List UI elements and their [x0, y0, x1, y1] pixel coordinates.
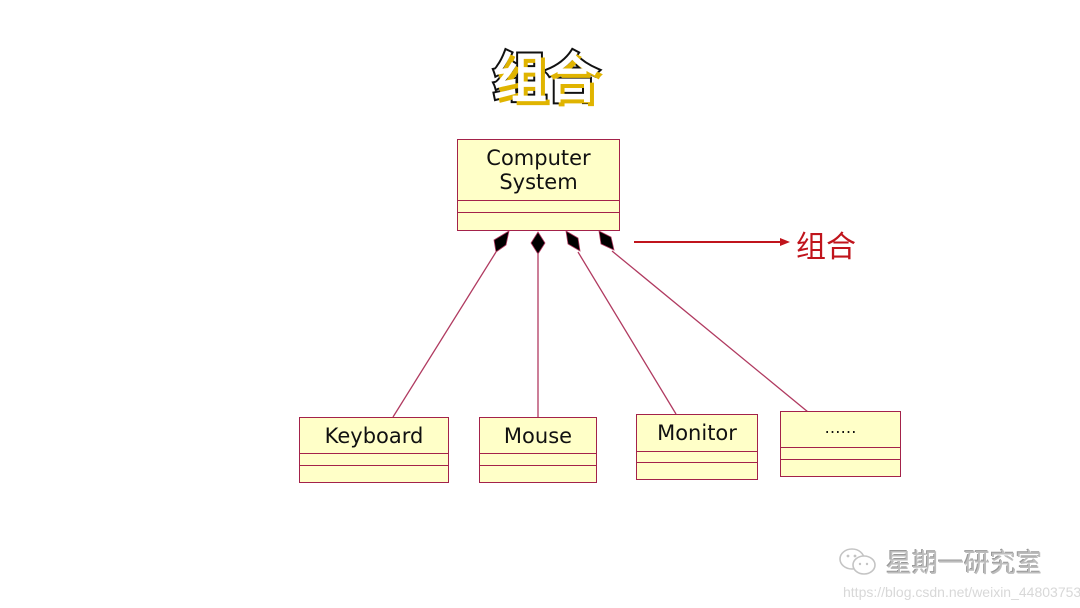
wechat-icon	[839, 547, 876, 575]
class-keyboard: Keyboard	[299, 417, 449, 483]
class-attributes	[781, 448, 900, 460]
connector-monitor	[577, 251, 677, 415]
composition-diamond-keyboard	[493, 230, 510, 253]
composition-diamond-etc	[598, 230, 615, 251]
composition-diamond-mouse	[530, 231, 546, 255]
class-name-line1: Computer	[486, 146, 591, 170]
class-name: Monitor	[637, 415, 757, 452]
annotation-label: 组合	[796, 230, 856, 265]
class-mouse: Mouse	[479, 417, 597, 483]
annotation-arrow-head	[780, 238, 790, 246]
class-operations	[781, 460, 900, 476]
class-attributes	[458, 201, 619, 213]
class-operations	[300, 466, 448, 482]
watermark: 星期一研究室	[838, 543, 1042, 580]
class-monitor: Monitor	[636, 414, 758, 480]
class-name: Keyboard	[300, 418, 448, 454]
connector-keyboard	[392, 251, 497, 418]
class-attributes	[480, 454, 596, 466]
class-operations	[637, 463, 757, 479]
class-name: ……	[781, 412, 900, 448]
composition-connectors	[392, 230, 809, 418]
class-operations	[480, 466, 596, 482]
watermark-url: https://blog.csdn.net/weixin_44803753	[843, 584, 1080, 600]
composition-diamond-monitor	[565, 230, 581, 252]
connector-etc	[611, 250, 809, 413]
class-name-line2: System	[499, 170, 578, 194]
watermark-text: 星期一研究室	[886, 549, 1043, 579]
class-operations	[458, 213, 619, 230]
class-attributes	[637, 452, 757, 463]
class-name: Mouse	[480, 418, 596, 454]
class-etc: ……	[780, 411, 901, 477]
class-name: Computer System	[458, 140, 619, 201]
class-attributes	[300, 454, 448, 466]
class-computer-system: Computer System	[457, 139, 620, 231]
